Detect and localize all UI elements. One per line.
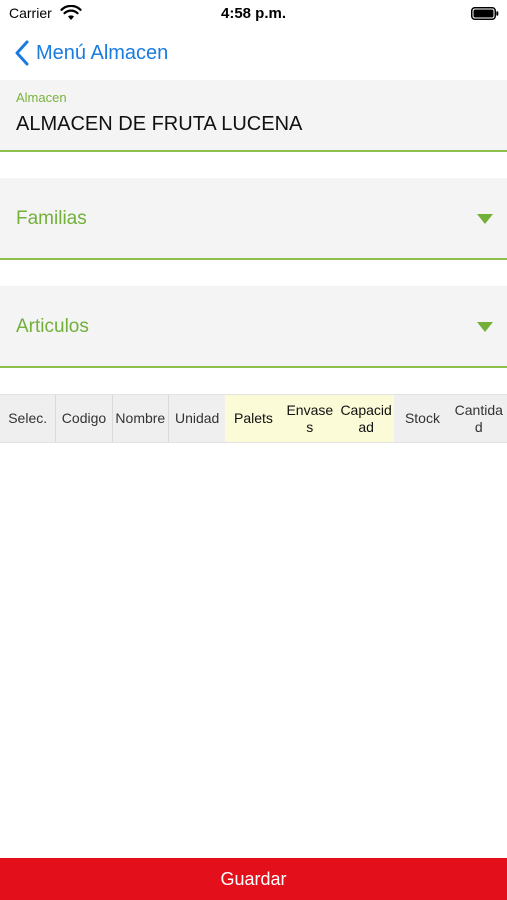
caret-down-icon — [477, 322, 493, 332]
column-header-unidad[interactable]: Unidad — [169, 395, 225, 442]
chevron-left-icon — [15, 40, 29, 66]
column-header-selec[interactable]: Selec. — [0, 395, 57, 442]
caret-down-icon — [477, 214, 493, 224]
almacen-field-label: Almacen — [16, 90, 67, 105]
articulos-picker-label: Articulos — [16, 316, 89, 337]
clock: 4:58 p.m. — [220, 5, 287, 22]
articles-table-header: Selec. Codigo Nombre Unidad Palets Envas… — [0, 394, 507, 443]
column-header-envases[interactable]: Envases — [281, 395, 338, 442]
save-button[interactable]: Guardar — [0, 858, 507, 900]
navigation-bar: Menú Almacen — [0, 28, 507, 78]
column-header-nombre[interactable]: Nombre — [113, 395, 169, 442]
column-header-stock[interactable]: Stock — [394, 395, 450, 442]
back-button[interactable]: Menú Almacen — [14, 38, 168, 68]
column-header-capacidad[interactable]: Capacidad — [337, 395, 395, 442]
familias-picker[interactable]: Familias — [0, 178, 507, 260]
almacen-field: Almacen ALMACEN DE FRUTA LUCENA — [0, 80, 507, 152]
battery-icon — [471, 7, 499, 20]
column-header-codigo[interactable]: Codigo — [56, 395, 113, 442]
column-header-palets[interactable]: Palets — [225, 395, 282, 442]
back-button-label: Menú Almacen — [36, 41, 169, 64]
articulos-picker[interactable]: Articulos — [0, 286, 507, 368]
status-bar: Carrier 4:58 p.m. — [0, 0, 507, 28]
familias-picker-label: Familias — [16, 208, 87, 229]
almacen-field-value: ALMACEN DE FRUTA LUCENA — [16, 113, 303, 135]
column-header-cantidad[interactable]: Cantidad — [451, 395, 507, 442]
